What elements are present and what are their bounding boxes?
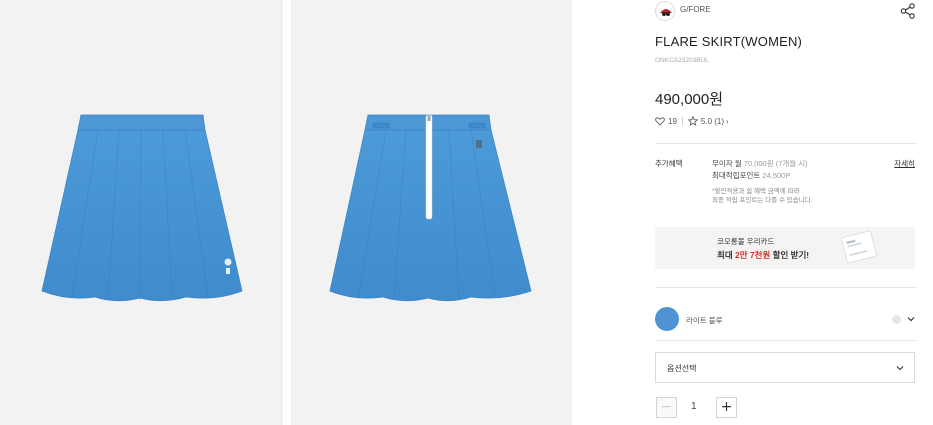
quantity-minus-button[interactable]: − [656,397,677,418]
banner-line-2: 최대 2만 7천원 할인 받기! [717,249,809,261]
option-select-dropdown[interactable]: 옵션선택 [655,352,915,383]
chevron-down-icon [896,366,904,371]
credit-card-icon [841,230,877,264]
heart-icon[interactable] [655,116,665,126]
skirt-back-illustration [329,114,532,302]
color-mini-swatch [892,315,901,324]
points-label: 최대적립포인트 [712,171,761,180]
skirt-front-illustration [41,114,243,302]
brand-row: G/FORE [655,0,917,22]
color-option-row: 라이트 블루 [655,306,917,332]
product-sku: GNKCA23203BUL [655,57,709,64]
quantity-value[interactable]: 1 [691,401,697,412]
banner-highlight: 2만 7천원 [735,250,771,260]
color-name: 라이트 블루 [686,316,723,325]
rating-value[interactable]: 5.0 (1) [701,117,724,126]
chevron-down-icon[interactable] [906,314,916,324]
brand-logo[interactable] [655,1,675,21]
banner-line-2-suffix: 할인 받기! [770,250,810,260]
section-divider [655,340,917,341]
stats-separator [681,117,683,125]
quantity-plus-button[interactable]: + [716,397,737,418]
banner-line-1: 코오롱몰 우리카드 [717,237,775,246]
star-icon [687,116,698,126]
points-line: 최대적립포인트 24,500P [712,170,872,182]
benefits-detail-link[interactable]: 자세히 [894,158,915,169]
card-promo-banner[interactable]: 코오롱몰 우리카드 최대 2만 7천원 할인 받기! [655,227,915,269]
installment-amount: 70,000원 (7개월 시) [743,159,808,168]
share-icon[interactable] [899,2,917,20]
points-note-1: *할인적용과 쉼 혜택 금액에 따라 [712,188,800,195]
benefits-details: 무이자 월 70,000원 (7개월 시) 최대적립포인트 24,500P *할… [712,158,872,205]
points-note-2: 최종 적립 포인트는 다를 수 있습니다. [712,197,813,204]
product-title: FLARE SKIRT(WOMEN) [655,34,803,49]
section-divider [655,143,917,144]
installment-line: 무이자 월 70,000원 (7개월 시) [712,158,872,170]
section-divider [655,287,917,288]
banner-line-2-prefix: 최대 [717,250,736,260]
product-image-front[interactable] [0,0,283,425]
benefits-label: 추가혜택 [655,159,683,168]
product-price: 490,000원 [655,91,724,108]
product-info-panel: G/FORE FLARE SKIRT(WOMEN) GNKCA23203BUL … [655,0,917,425]
likes-count: 19 [668,116,677,126]
product-stats: 19 5.0 (1) › [655,115,729,127]
option-select-placeholder: 옵션선택 [667,364,697,373]
installment-prefix: 무이자 월 [712,159,742,168]
rating-arrow[interactable]: › [726,117,729,126]
brand-name[interactable]: G/FORE [680,5,711,14]
product-image-back[interactable] [291,0,572,425]
color-swatch[interactable] [655,307,679,331]
points-value: 24,500P [762,171,791,180]
